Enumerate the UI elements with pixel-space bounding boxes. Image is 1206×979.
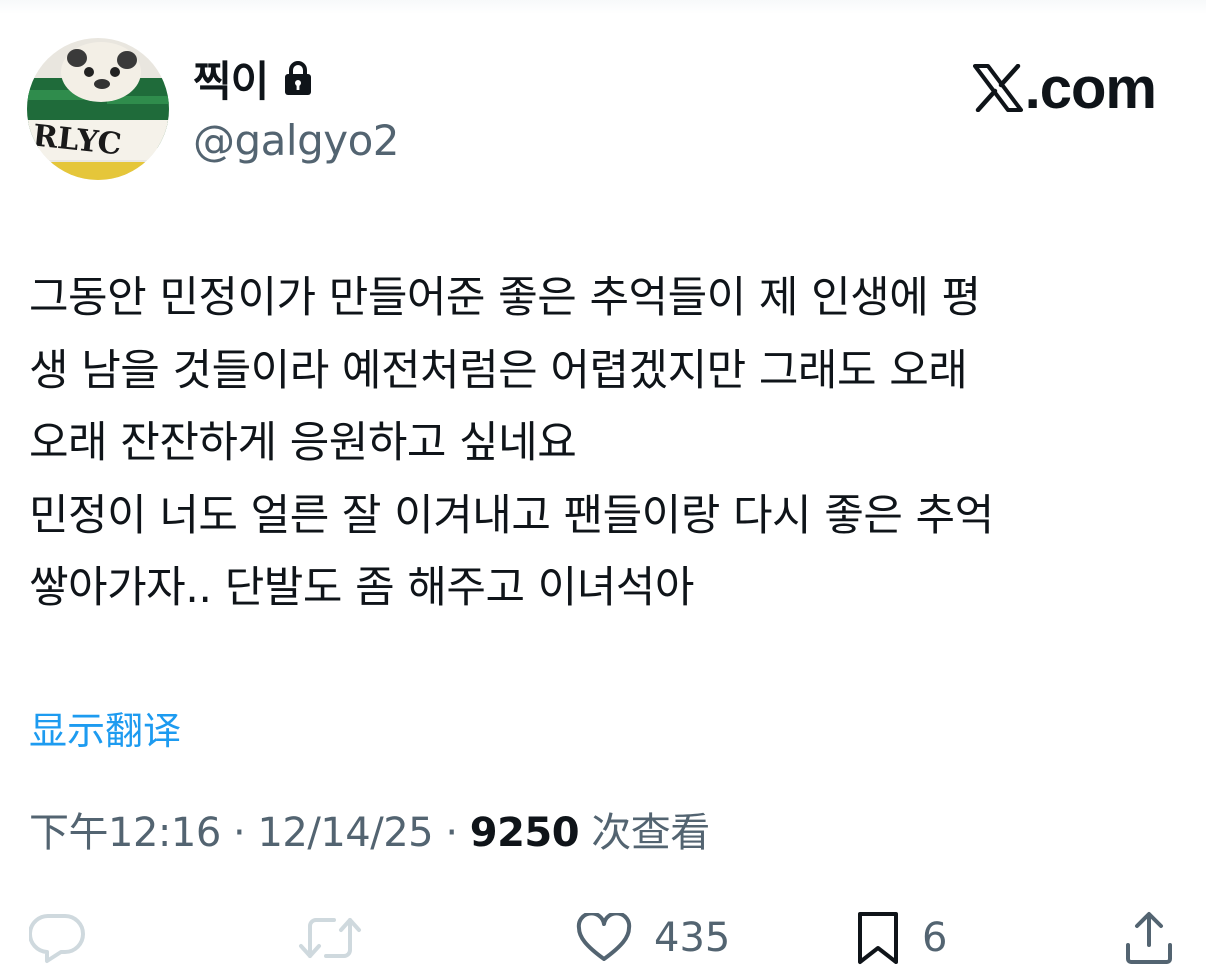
- tweet-line: 그동안 민정이가 만들어준 좋은 추억들이 제 인생에 평: [29, 273, 981, 323]
- user-handle[interactable]: @galgyo2: [193, 116, 400, 165]
- tweet-meta: 下午12:16 · 12/14/25 · 9250 次查看: [29, 800, 710, 858]
- like-icon: [576, 913, 632, 961]
- like-count: 435: [654, 915, 731, 961]
- reply-icon: [29, 913, 85, 963]
- avatar[interactable]: RLYC: [27, 38, 169, 180]
- views-label: 次查看: [591, 810, 710, 856]
- views-count: 9250: [469, 810, 580, 856]
- reply-button[interactable]: [29, 905, 87, 971]
- repost-button[interactable]: [298, 905, 362, 971]
- translate-link[interactable]: 显示翻译: [29, 700, 181, 755]
- bookmark-icon: [858, 912, 898, 964]
- tweet-line: 생 남을 것들이라 예전처럼은 어렵겠지만 그래도 오래: [29, 345, 968, 396]
- tweet-line: 민정이 너도 얼른 잘 이겨내고 팬들이랑 다시 좋은 추억: [29, 490, 994, 541]
- repost-icon: [299, 918, 361, 958]
- meta-separator: ·: [233, 810, 246, 856]
- meta-separator: ·: [445, 810, 458, 856]
- share-button[interactable]: [1124, 905, 1174, 971]
- share-icon: [1126, 912, 1172, 964]
- lock-icon: [285, 61, 312, 95]
- top-edge: [0, 0, 1206, 14]
- tweet-time[interactable]: 下午12:16: [29, 810, 221, 856]
- tweet-date[interactable]: 12/14/25: [257, 810, 433, 856]
- like-button[interactable]: 435: [576, 905, 730, 971]
- display-name[interactable]: 찍이: [193, 48, 269, 109]
- brand-domain: .com: [1024, 55, 1157, 121]
- tweet-line: 오래 잔잔하게 응원하고 싶네요: [29, 418, 577, 468]
- brand-logo: .com: [972, 55, 1157, 121]
- bookmark-button[interactable]: 6: [856, 905, 947, 971]
- bookmark-count: 6: [922, 915, 948, 961]
- x-logo-icon: [972, 64, 1023, 112]
- tweet-line: 쌓아가자.. 단발도 좀 해주고 이녀석아: [29, 563, 694, 613]
- action-bar: 435 6: [0, 905, 1206, 971]
- avatar-image: RLYC: [27, 38, 169, 180]
- author-name-row[interactable]: 찍이: [193, 50, 314, 106]
- tweet-body: 그동안 민정이가 만들어준 좋은 추억들이 제 인생에 평 생 남을 것들이라 …: [29, 262, 1189, 625]
